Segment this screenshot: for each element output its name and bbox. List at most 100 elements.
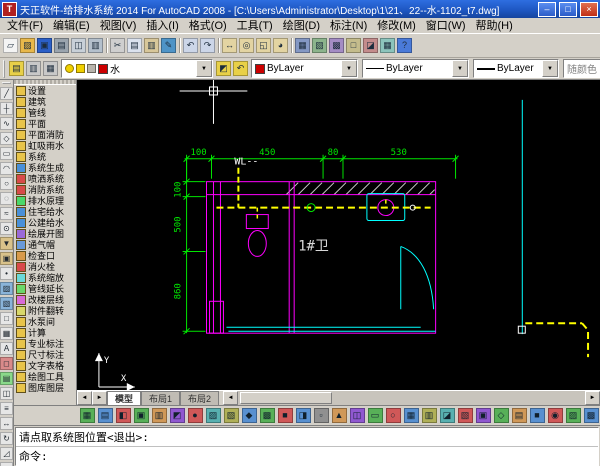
help-icon[interactable]: ? bbox=[396, 36, 413, 55]
spline-icon[interactable]: ≈ bbox=[0, 207, 13, 220]
command-prompt-input[interactable]: 命令: bbox=[16, 447, 598, 465]
sidebar-item-plan[interactable]: 平面 bbox=[14, 118, 76, 129]
polygon-icon[interactable]: ◇ bbox=[0, 132, 13, 145]
quickcalc-icon[interactable]: ▦ bbox=[379, 36, 396, 55]
tianzheng-tool-icon[interactable]: ▣ bbox=[132, 407, 150, 424]
plot-icon[interactable]: ▤ bbox=[53, 36, 70, 55]
designcenter-icon[interactable]: ▧ bbox=[311, 36, 328, 55]
revision-cloud-icon[interactable]: ◌ bbox=[0, 192, 13, 205]
scroll-right-icon[interactable]: ► bbox=[585, 391, 600, 405]
markup-set-manager-icon[interactable]: ◪ bbox=[362, 36, 379, 55]
menu-draw[interactable]: 绘图(D) bbox=[278, 19, 325, 33]
chevron-down-icon[interactable]: ▼ bbox=[196, 60, 212, 77]
tianzheng-tool-icon[interactable]: ▨ bbox=[204, 407, 222, 424]
chevron-down-icon[interactable]: ▼ bbox=[452, 60, 468, 77]
tianzheng-tool-icon[interactable]: ▨ bbox=[564, 407, 582, 424]
open-icon[interactable]: ▨ bbox=[19, 36, 36, 55]
sidebar-item-hydrant[interactable]: 消火栓 bbox=[14, 261, 76, 272]
sidebar-item-pipelines[interactable]: 管线 bbox=[14, 107, 76, 118]
chevron-down-icon[interactable]: ▼ bbox=[542, 60, 558, 77]
cut-icon[interactable]: ✂ bbox=[109, 36, 126, 55]
match-properties-icon[interactable]: ✎ bbox=[160, 36, 177, 55]
tianzheng-tool-icon[interactable]: ▩ bbox=[582, 407, 600, 424]
sidebar-item-library-layers[interactable]: 图库图层 bbox=[14, 382, 76, 393]
layer-combo[interactable]: 水 ▼ bbox=[61, 59, 213, 78]
tianzheng-tool-icon[interactable]: ▦ bbox=[78, 407, 96, 424]
sidebar-item-professional-annotation[interactable]: 专业标注 bbox=[14, 338, 76, 349]
sidebar-item-change-floor-line[interactable]: 改楼层线 bbox=[14, 294, 76, 305]
menu-modify[interactable]: 修改(M) bbox=[372, 19, 421, 33]
zoom-previous-icon[interactable]: ◕ bbox=[272, 36, 289, 55]
tianzheng-tool-icon[interactable]: ▭ bbox=[366, 407, 384, 424]
tianzheng-tool-icon[interactable]: ● bbox=[186, 407, 204, 424]
tianzheng-tool-icon[interactable]: ■ bbox=[528, 407, 546, 424]
sidebar-item-system-generate[interactable]: 系统生成 bbox=[14, 162, 76, 173]
sidebar-item-calculation[interactable]: 计算 bbox=[14, 327, 76, 338]
maximize-button[interactable]: □ bbox=[559, 2, 577, 17]
sidebar-item-dimensioning[interactable]: 尺寸标注 bbox=[14, 349, 76, 360]
mirror-icon[interactable]: ◫ bbox=[0, 387, 13, 400]
close-button[interactable]: × bbox=[580, 2, 598, 17]
copy-object-icon[interactable]: ▤ bbox=[0, 372, 13, 385]
tab-model[interactable]: 模型 bbox=[107, 391, 141, 405]
region-icon[interactable]: □ bbox=[0, 312, 13, 325]
tianzheng-tool-icon[interactable]: ◪ bbox=[438, 407, 456, 424]
undo-icon[interactable]: ↶ bbox=[182, 36, 199, 55]
qnew-icon[interactable]: ▱ bbox=[2, 36, 19, 55]
tianzheng-tool-icon[interactable]: ○ bbox=[384, 407, 402, 424]
tianzheng-tool-icon[interactable]: ▫ bbox=[312, 407, 330, 424]
plot-preview-icon[interactable]: ◫ bbox=[70, 36, 87, 55]
publish-icon[interactable]: ▥ bbox=[87, 36, 104, 55]
tianzheng-tool-icon[interactable]: ▲ bbox=[330, 407, 348, 424]
sidebar-item-residential-supply[interactable]: 住宅给水 bbox=[14, 206, 76, 217]
rotate-icon[interactable]: ↻ bbox=[0, 432, 13, 445]
tianzheng-tool-icon[interactable]: ▧ bbox=[222, 407, 240, 424]
pan-icon[interactable]: ↔ bbox=[221, 36, 238, 55]
circle-icon[interactable]: ○ bbox=[0, 177, 13, 190]
point-icon[interactable]: • bbox=[0, 267, 13, 280]
layer-previous-icon[interactable]: ↶ bbox=[232, 59, 249, 78]
minimize-button[interactable]: – bbox=[538, 2, 556, 17]
sidebar-item-inspection-port[interactable]: 检查口 bbox=[14, 250, 76, 261]
layer-states-icon[interactable]: ▥ bbox=[25, 59, 42, 78]
make-block-icon[interactable]: ▣ bbox=[0, 252, 13, 265]
sidebar-item-drawing-tools[interactable]: 绘图工具 bbox=[14, 371, 76, 382]
tianzheng-tool-icon[interactable]: ■ bbox=[276, 407, 294, 424]
scrollbar-thumb[interactable] bbox=[240, 392, 332, 404]
menu-format[interactable]: 格式(O) bbox=[184, 19, 232, 33]
tab-layout2[interactable]: 布局2 bbox=[180, 391, 219, 405]
rectangle-icon[interactable]: ▭ bbox=[0, 147, 13, 160]
erase-icon[interactable]: ◻ bbox=[0, 357, 13, 370]
sidebar-item-plan-fire[interactable]: 平面消防 bbox=[14, 129, 76, 140]
tianzheng-tool-icon[interactable]: ◨ bbox=[294, 407, 312, 424]
scrollbar-track[interactable] bbox=[238, 391, 585, 405]
tianzheng-tool-icon[interactable]: ◇ bbox=[492, 407, 510, 424]
sidebar-item-siphon-rainwater[interactable]: 虹吸雨水 bbox=[14, 140, 76, 151]
tianzheng-tool-icon[interactable]: ▩ bbox=[258, 407, 276, 424]
construction-line-icon[interactable]: ┼ bbox=[0, 102, 13, 115]
sidebar-item-system-scale[interactable]: 系统缩放 bbox=[14, 272, 76, 283]
sidebar-item-fitting-flip[interactable]: 附件翻转 bbox=[14, 305, 76, 316]
sidebar-item-text-tables[interactable]: 文字表格 bbox=[14, 360, 76, 371]
layer-filter-icon[interactable]: ▦ bbox=[42, 59, 59, 78]
sidebar-item-drainage-schematic[interactable]: 排水原理 bbox=[14, 195, 76, 206]
tianzheng-tool-icon[interactable]: ◆ bbox=[240, 407, 258, 424]
menu-insert[interactable]: 插入(I) bbox=[141, 19, 183, 33]
tool-palettes-icon[interactable]: ▩ bbox=[328, 36, 345, 55]
sheet-set-manager-icon[interactable]: □ bbox=[345, 36, 362, 55]
scale-icon[interactable]: ◿ bbox=[0, 447, 13, 460]
drawing-canvas[interactable]: 100 450 80 530 100 500 860 bbox=[77, 80, 600, 390]
layer-properties-manager-icon[interactable]: ▤ bbox=[8, 59, 25, 78]
line-icon[interactable]: ╱ bbox=[0, 87, 13, 100]
sidebar-item-public-supply[interactable]: 公建给水 bbox=[14, 217, 76, 228]
sidebar-item-settings[interactable]: 设置 bbox=[14, 85, 76, 96]
lineweight-combo[interactable]: ByLayer ▼ bbox=[473, 59, 559, 78]
drawing-area[interactable]: 100 450 80 530 100 500 860 bbox=[77, 80, 600, 390]
sidebar-item-fire-system[interactable]: 消防系统 bbox=[14, 184, 76, 195]
sidebar-item-pipe-extend[interactable]: 管线延长 bbox=[14, 283, 76, 294]
tianzheng-tool-icon[interactable]: ◫ bbox=[348, 407, 366, 424]
paste-icon[interactable]: ▥ bbox=[143, 36, 160, 55]
hatch-icon[interactable]: ▨ bbox=[0, 282, 13, 295]
tianzheng-tool-icon[interactable]: ▣ bbox=[474, 407, 492, 424]
sidebar-item-sprinkler-system[interactable]: 喷洒系统 bbox=[14, 173, 76, 184]
